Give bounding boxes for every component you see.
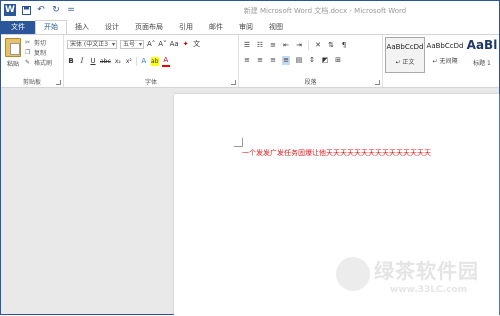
cut-label: 剪切 [34,40,47,47]
justify-icon[interactable]: ≡ [282,56,290,65]
font-name-select[interactable]: 宋体 (中文正3 [67,40,117,49]
decrease-indent-icon[interactable]: ⇤ [282,41,290,50]
title-bar: W ↶ ↻ = 新建 Microsoft Word 文档.docx - Micr… [1,1,499,20]
align-center-icon[interactable]: ≡ [256,56,264,65]
divider [308,41,309,50]
brush-icon: ✎ [25,59,31,66]
shading-icon[interactable]: ◩ [321,56,329,65]
watermark-url: www.33LC.com [390,285,467,295]
style-no-spacing[interactable]: AaBbCcDd ↵ 无间隔 [425,37,465,73]
font-color-button[interactable]: A [161,56,170,67]
window-title: 新建 Microsoft Word 文档.docx - Microsoft Wo… [243,7,407,15]
divider [135,57,137,66]
style-name: ↵ 正文 [395,59,415,66]
asian-layout-icon[interactable]: ✕ [314,41,322,50]
watermark-text: 绿茶软件园 [374,259,479,283]
copy-icon: ❐ [25,49,31,56]
format-painter-label: 格式刷 [34,60,53,67]
cut-button[interactable]: ✂ 剪切 [25,38,46,47]
font-size-select[interactable]: 五号 [120,40,144,49]
multilevel-icon[interactable]: ≡ [269,41,277,50]
paste-button[interactable]: 粘贴 [4,38,22,68]
tab-references[interactable]: 引用 [171,21,201,34]
highlight-button[interactable]: ab [150,57,159,66]
font-group: 宋体 (中文正3 五号 A˄ A˅ Aa ✦ 文 B I U abc x₂ x²… [64,35,239,87]
grow-font-button[interactable]: A˄ [147,40,155,49]
tab-file[interactable]: 文件 [1,21,35,34]
tab-layout[interactable]: 页面布局 [127,21,171,34]
ribbon: 粘贴 ✂ 剪切 ❐ 复制 ✎ 格式刷 剪贴板 宋体 (中文正3 五号 A˄ [1,34,499,88]
style-preview: AaBbCcDd [426,42,464,50]
margin-corner-mark [234,138,243,147]
subscript-button[interactable]: x₂ [114,57,122,66]
distributed-icon[interactable]: ▤ [295,56,303,65]
phonetic-icon[interactable]: 文 [193,40,201,49]
watermark-logo: 绿茶软件园 www.33LC.com [336,251,496,311]
tab-insert[interactable]: 插入 [67,21,97,34]
paragraph-group-label: 段落 [304,79,317,86]
increase-indent-icon[interactable]: ⇥ [295,41,303,50]
clipboard-group: 粘贴 ✂ 剪切 ❐ 复制 ✎ 格式刷 剪贴板 [1,35,64,87]
scissors-icon: ✂ [25,39,31,46]
style-name: 标题 1 [473,60,491,67]
style-name: ↵ 无间隔 [432,58,458,65]
copy-button[interactable]: ❐ 复制 [25,48,46,57]
style-preview: AaBbCcDd [386,43,424,51]
word-window: W ↶ ↻ = 新建 Microsoft Word 文档.docx - Micr… [0,0,500,316]
underline-button[interactable]: U [89,57,97,66]
sort-icon[interactable]: ⇅ [327,41,335,50]
bullets-icon[interactable]: ☰ [243,41,251,50]
style-normal[interactable]: AaBbCcDd ↵ 正文 [385,37,425,73]
paste-label: 粘贴 [6,61,19,68]
strikethrough-button[interactable]: abc [100,57,111,66]
document-text[interactable]: 一个发发广发任务固爆让他天天天天天天天天天天天天天天天 [242,148,431,158]
paragraph-launcher-icon[interactable] [375,80,380,85]
watermark-leaf-icon [336,257,370,291]
copy-label: 复制 [34,50,47,57]
clipboard-group-label: 剪贴板 [22,79,41,86]
tab-view[interactable]: 视图 [261,21,291,34]
align-left-icon[interactable]: ≡ [243,56,251,65]
bold-button[interactable]: B [67,57,75,66]
borders-icon[interactable]: ⊞ [334,56,342,65]
numbering-icon[interactable]: ☷ [256,41,264,50]
tab-home[interactable]: 开始 [35,20,67,34]
clipboard-icon [5,38,21,57]
format-painter-button[interactable]: ✎ 格式刷 [25,58,52,67]
clipboard-launcher-icon[interactable] [56,80,61,85]
change-case-button[interactable]: Aa [170,40,179,49]
align-right-icon[interactable]: ≡ [269,56,277,65]
styles-gallery: AaBbCcDd ↵ 正文 AaBbCcDd ↵ 无间隔 AaBl 标题 1 [383,37,499,77]
superscript-button[interactable]: x² [125,57,133,66]
tab-review[interactable]: 审阅 [231,21,261,34]
shrink-font-button[interactable]: A˅ [158,40,166,49]
font-launcher-icon[interactable] [231,80,236,85]
font-group-label: 字体 [144,79,157,86]
style-preview: AaBl [466,38,498,52]
ribbon-tabs: 文件 开始 插入 设计 页面布局 引用 邮件 审阅 视图 [1,20,499,34]
tab-mailings[interactable]: 邮件 [201,21,231,34]
line-spacing-icon[interactable]: ↕ [308,56,316,65]
text-effects-button[interactable]: A [140,57,148,66]
show-marks-icon[interactable]: ¶ [340,41,348,50]
clear-format-icon[interactable]: ✦ [182,40,190,49]
italic-button[interactable]: I [78,57,86,66]
tab-design[interactable]: 设计 [97,21,127,34]
style-heading-1[interactable]: AaBl 标题 1 [465,37,499,73]
paragraph-group: ☰ ☷ ≡ ⇤ ⇥ ✕ ⇅ ¶ ≡ ≡ ≡ ≡ ▤ ↕ ◩ ⊞ 段落 [239,35,383,87]
